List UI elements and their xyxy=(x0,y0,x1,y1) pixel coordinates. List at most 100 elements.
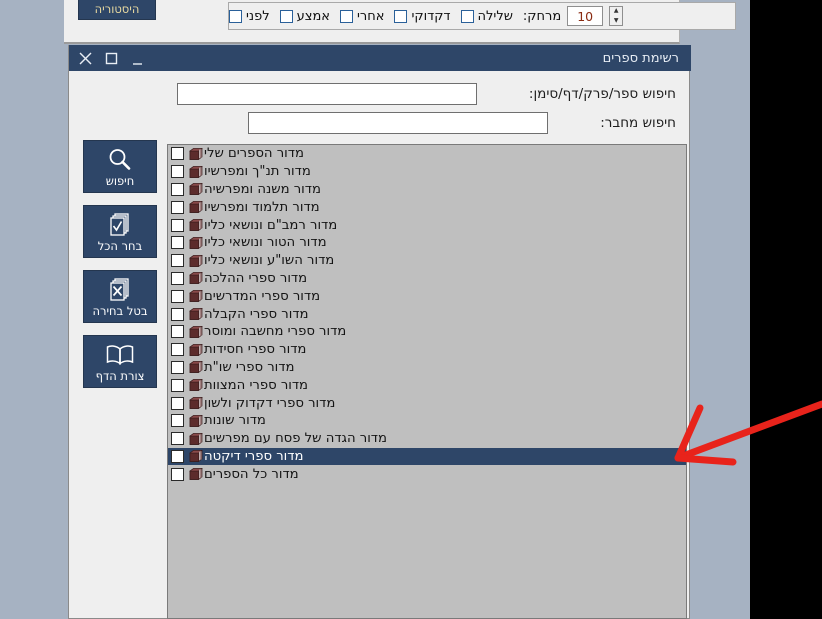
list-item-checkbox[interactable] xyxy=(171,236,184,250)
list-item[interactable]: מדור ספרי המדרשים xyxy=(168,287,686,305)
book-stack-icon xyxy=(188,147,204,161)
checkbox-icon[interactable] xyxy=(394,9,408,23)
list-item-checkbox[interactable] xyxy=(171,271,184,285)
list-item-checkbox[interactable] xyxy=(171,200,184,214)
option-checkbox-label: לפני xyxy=(246,8,270,24)
book-category-list[interactable]: מדור הספרים שלי מדור תנ"ך ומפרשיו מדור משנ… xyxy=(167,144,687,619)
list-item-checkbox[interactable] xyxy=(171,289,184,303)
magnifier-icon xyxy=(107,145,133,175)
list-item-checkbox[interactable] xyxy=(171,182,184,196)
list-item-label: מדור משנה ומפרשיה xyxy=(204,181,321,197)
list-item[interactable]: מדור תלמוד ומפרשיו xyxy=(168,198,686,216)
close-icon[interactable] xyxy=(77,50,94,67)
list-item[interactable]: מדור ספרי חסידות xyxy=(168,341,686,359)
side-button-label: בטל בחירה xyxy=(92,304,148,318)
book-stack-icon xyxy=(188,289,204,303)
side-button-2[interactable]: בטל בחירה xyxy=(83,270,157,323)
option-checkbox-4[interactable]: שלילה xyxy=(460,9,513,24)
distance-control: מרחק: 10 ▲ ▼ xyxy=(522,6,624,26)
book-stack-icon xyxy=(188,432,204,446)
option-checkbox-2[interactable]: אחרי xyxy=(340,9,384,24)
book-stack-icon xyxy=(188,307,204,321)
distance-label: מרחק: xyxy=(522,8,562,24)
book-stack-icon xyxy=(188,396,204,410)
list-item-checkbox[interactable] xyxy=(171,307,184,321)
minimize-icon[interactable] xyxy=(129,50,146,67)
side-button-label: צורת הדף xyxy=(95,369,145,383)
checkbox-icon[interactable] xyxy=(229,9,242,23)
list-item-checkbox[interactable] xyxy=(171,414,184,428)
distance-value[interactable]: 10 xyxy=(567,6,604,26)
list-item[interactable]: מדור ספרי שו"ת xyxy=(168,359,686,377)
list-item[interactable]: מדור רמב"ם ונושאי כליו xyxy=(168,216,686,234)
book-stack-icon xyxy=(188,414,204,428)
list-item[interactable]: מדור הגדה של פסח עם מפרשים xyxy=(168,430,686,448)
list-item-checkbox[interactable] xyxy=(171,325,184,339)
list-item[interactable]: מדור ספרי המצוות xyxy=(168,376,686,394)
list-item[interactable]: מדור הטור ונושאי כליו xyxy=(168,234,686,252)
side-button-1[interactable]: בחר הכל xyxy=(83,205,157,258)
checked-pages-icon xyxy=(107,210,133,240)
side-button-label: חיפוש xyxy=(105,174,135,188)
option-checkbox-3[interactable]: דקדוקי xyxy=(394,8,451,24)
stepper-down-icon[interactable]: ▼ xyxy=(614,18,619,24)
list-item-checkbox[interactable] xyxy=(171,467,184,481)
list-item[interactable]: מדור כל הספרים xyxy=(168,465,686,483)
list-item-label: מדור הספרים שלי xyxy=(204,146,304,162)
option-checkbox-label: דקדוקי xyxy=(411,8,451,24)
list-item[interactable]: מדור שונות xyxy=(168,412,686,430)
book-stack-icon xyxy=(188,236,204,250)
dialog-sidebar-buttons: חיפוש בחר הכל בטל בחירה צורת הדף xyxy=(83,140,157,400)
screen: לפני אמצע אחרי דקדוקי שלילה מרחק: 10 ▲ ▼ היסטורי… xyxy=(0,0,822,619)
list-item-checkbox[interactable] xyxy=(171,254,184,268)
list-item-label: מדור ספרי שו"ת xyxy=(204,359,295,375)
option-checkbox-1[interactable]: אמצע xyxy=(279,9,330,24)
list-item[interactable]: מדור ספרי דקדוק ולשון xyxy=(168,394,686,412)
list-item-label: מדור השו"ע ונושאי כליו xyxy=(204,253,335,269)
list-item[interactable]: מדור תנ"ך ומפרשיו xyxy=(168,163,686,181)
side-button-0[interactable]: חיפוש xyxy=(83,140,157,193)
book-list-dialog: רשימת ספרים חיפוש ספר/פרק/דף/סימן: חיפוש… xyxy=(68,45,691,619)
option-checkbox-0[interactable]: לפני xyxy=(229,9,270,24)
list-item-checkbox[interactable] xyxy=(171,147,184,161)
list-item-checkbox[interactable] xyxy=(171,343,184,357)
list-item[interactable]: מדור ספרי הקבלה xyxy=(168,305,686,323)
list-item[interactable]: מדור ספרי ההלכה xyxy=(168,270,686,288)
list-item[interactable]: מדור משנה ומפרשיה xyxy=(168,181,686,199)
book-stack-icon xyxy=(188,271,204,285)
list-item[interactable]: מדור השו"ע ונושאי כליו xyxy=(168,252,686,270)
dialog-titlebar: רשימת ספרים xyxy=(69,45,691,71)
book-search-input[interactable] xyxy=(176,83,477,105)
list-item-label: מדור ספרי מחשבה ומוסר xyxy=(204,324,347,340)
history-button[interactable]: היסטוריה xyxy=(78,0,156,20)
distance-stepper[interactable]: ▲ ▼ xyxy=(609,6,624,26)
book-stack-icon xyxy=(188,325,204,339)
list-item-checkbox[interactable] xyxy=(171,378,184,392)
list-item-label: מדור ספרי דקדוק ולשון xyxy=(204,395,336,411)
maximize-icon[interactable] xyxy=(103,50,120,67)
book-stack-icon xyxy=(188,165,204,179)
list-item[interactable]: מדור הספרים שלי xyxy=(168,145,686,163)
author-search-label: חיפוש מחבר: xyxy=(600,115,676,131)
list-item-checkbox[interactable] xyxy=(171,165,184,179)
list-item-label: מדור כל הספרים xyxy=(204,466,299,482)
search-options-panel: לפני אמצע אחרי דקדוקי שלילה מרחק: 10 ▲ ▼ xyxy=(228,2,736,30)
list-item-checkbox[interactable] xyxy=(171,449,184,463)
list-item[interactable]: מדור ספרי מחשבה ומוסר xyxy=(168,323,686,341)
list-item-checkbox[interactable] xyxy=(171,360,184,374)
book-stack-icon xyxy=(188,200,204,214)
list-item-checkbox[interactable] xyxy=(171,432,184,446)
window-controls xyxy=(77,50,146,67)
checkbox-icon[interactable] xyxy=(279,9,293,23)
list-item[interactable]: מדור ספרי דיקטה xyxy=(168,447,686,466)
list-item-checkbox[interactable] xyxy=(171,218,184,232)
checkbox-icon[interactable] xyxy=(340,9,353,23)
book-search-label: חיפוש ספר/פרק/דף/סימן: xyxy=(528,86,676,102)
book-stack-icon xyxy=(188,378,204,392)
side-button-3[interactable]: צורת הדף xyxy=(83,335,157,388)
author-search-input[interactable] xyxy=(248,112,549,134)
list-item-checkbox[interactable] xyxy=(171,396,184,410)
stepper-up-icon[interactable]: ▲ xyxy=(614,8,619,14)
list-item-label: מדור תלמוד ומפרשיו xyxy=(204,199,320,215)
checkbox-icon[interactable] xyxy=(460,9,474,23)
